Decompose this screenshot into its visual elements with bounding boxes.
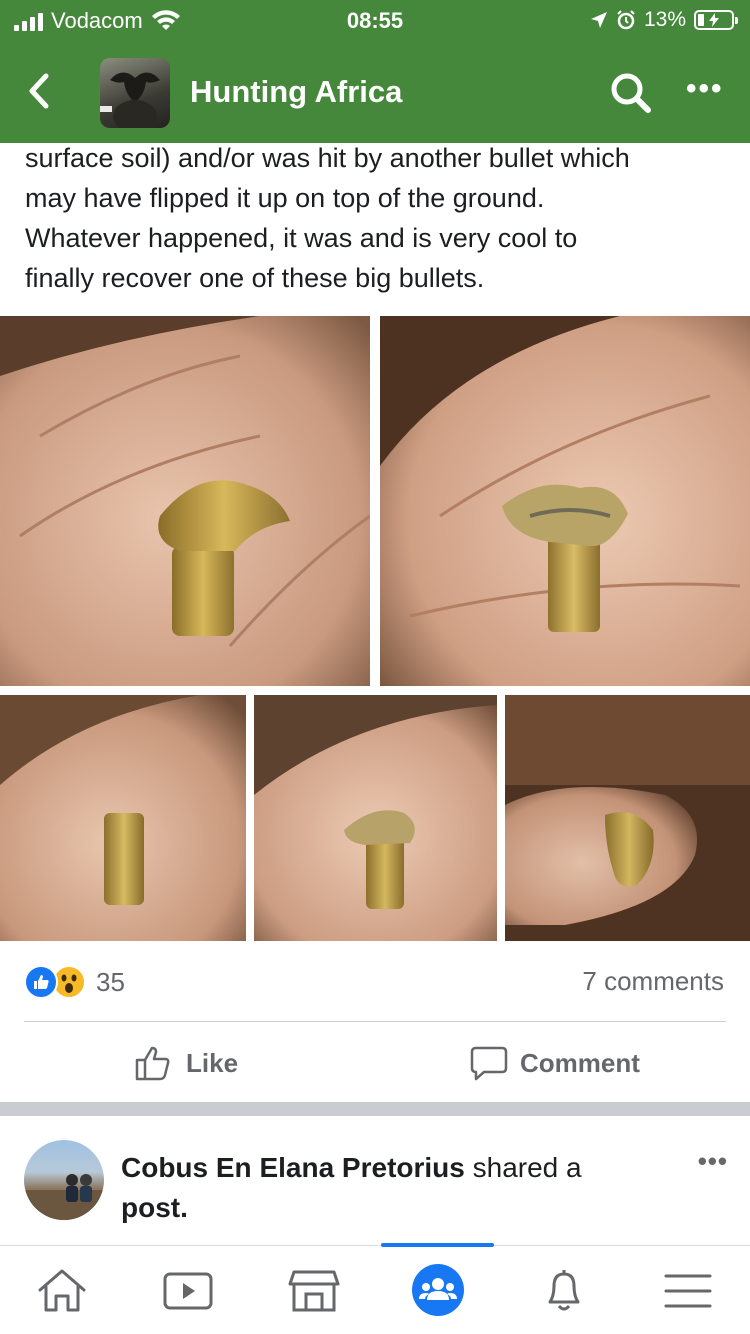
- shared-action-text: shared a: [464, 1152, 582, 1183]
- feed-separator: [0, 1102, 750, 1116]
- home-icon[interactable]: [34, 1266, 90, 1316]
- search-icon[interactable]: [608, 70, 654, 116]
- group-avatar[interactable]: [100, 58, 170, 128]
- marketplace-icon[interactable]: [286, 1266, 342, 1316]
- alarm-icon: [617, 10, 635, 30]
- back-chevron-icon[interactable]: [20, 68, 60, 114]
- post-body-text: surface soil) and/or was hit by another …: [25, 138, 730, 298]
- battery-percent: 13%: [643, 8, 686, 31]
- post-more-options-icon[interactable]: •••: [698, 1146, 728, 1177]
- post-photo-1[interactable]: [0, 316, 370, 686]
- comment-label: Comment: [520, 1047, 640, 1078]
- reactions-summary[interactable]: 35: [24, 964, 125, 1000]
- groups-icon[interactable]: [410, 1262, 466, 1318]
- app-header: Vodacom 08:55 13% Hunting Africa •••: [0, 0, 750, 143]
- bottom-tab-bar: [0, 1243, 750, 1334]
- post-text-line: Whatever happened, it was and is very co…: [25, 223, 578, 253]
- like-reaction-icon: [24, 965, 58, 999]
- post-text-line: finally recover one of these big bullets…: [25, 263, 485, 293]
- comment-icon: [470, 1046, 508, 1081]
- post-text-line: surface soil) and/or was hit by another …: [25, 143, 630, 173]
- post-photo-2[interactable]: [380, 316, 750, 686]
- like-label: Like: [186, 1047, 239, 1078]
- battery-icon: [694, 10, 738, 30]
- post-link[interactable]: post.: [121, 1192, 188, 1223]
- author-avatar[interactable]: [24, 1140, 104, 1220]
- post-text-line: may have flipped it up on top of the gro…: [25, 183, 545, 213]
- author-name-link[interactable]: Cobus En Elana Pretorius: [121, 1152, 465, 1183]
- post-photo-5[interactable]: [505, 695, 750, 941]
- divider: [24, 1021, 726, 1022]
- status-bar: Vodacom 08:55 13%: [0, 0, 750, 44]
- watch-icon[interactable]: [160, 1266, 216, 1316]
- comments-count-link[interactable]: 7 comments: [582, 966, 724, 997]
- post-photo-4[interactable]: [254, 695, 497, 941]
- shared-post-header: Cobus En Elana Pretorius shared a post.: [121, 1148, 641, 1228]
- more-options-icon[interactable]: •••: [686, 72, 734, 112]
- location-icon: [590, 12, 607, 28]
- group-title[interactable]: Hunting Africa: [190, 74, 402, 110]
- menu-icon[interactable]: [660, 1266, 716, 1316]
- active-tab-indicator: [381, 1243, 494, 1247]
- notifications-icon[interactable]: [536, 1266, 592, 1316]
- reaction-count: 35: [96, 966, 125, 997]
- post-photo-3[interactable]: [0, 695, 246, 941]
- comment-button[interactable]: Comment: [470, 1040, 640, 1086]
- group-nav-bar: Hunting Africa •••: [0, 52, 750, 132]
- like-button[interactable]: Like: [134, 1040, 238, 1086]
- thumbs-up-icon: [135, 1046, 170, 1081]
- status-right: 13%: [590, 8, 738, 32]
